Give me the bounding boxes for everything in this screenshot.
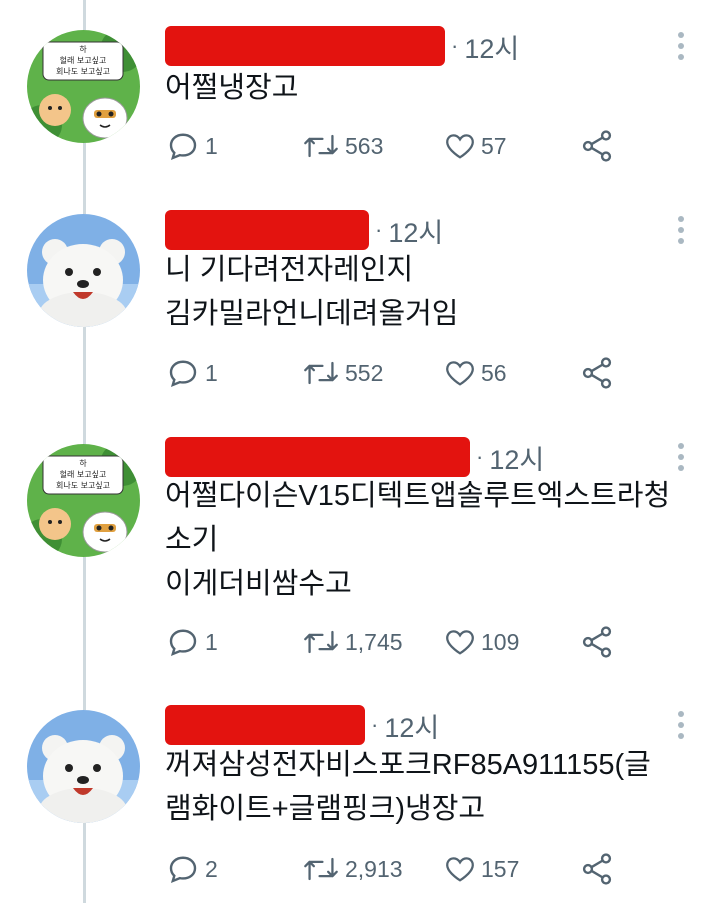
like-count: 57 bbox=[481, 132, 507, 159]
tweet-line: 어쩔냉장고 bbox=[165, 72, 299, 104]
tweet-line: 김카밀라언니데려올거임 bbox=[165, 298, 459, 330]
like-button[interactable]: 56 bbox=[443, 353, 507, 393]
redacted-username[interactable] bbox=[165, 705, 365, 745]
reply-icon bbox=[169, 360, 197, 388]
avatar-caption: 헐래 보고싶고 bbox=[60, 55, 107, 65]
avatar-caption: 회나도 보고싶고 bbox=[56, 67, 110, 76]
reply-icon bbox=[169, 629, 197, 657]
sheep-cartoon-avatar-icon: 하 헐래 보고싶고 회나도 보고싶고 bbox=[27, 444, 140, 557]
retweet-button[interactable]: 1,745 bbox=[301, 622, 403, 662]
like-button[interactable]: 157 bbox=[443, 849, 519, 889]
share-button[interactable] bbox=[579, 849, 615, 889]
share-button[interactable] bbox=[579, 126, 615, 166]
tweet-line: 소기 bbox=[165, 524, 219, 556]
share-icon bbox=[582, 130, 612, 162]
timestamp[interactable]: 12시 bbox=[388, 211, 443, 250]
retweet-count: 563 bbox=[345, 132, 384, 159]
heart-icon bbox=[446, 361, 474, 386]
share-icon bbox=[582, 626, 612, 658]
tweet-line: 꺼져삼성전자비스포크RF85A911155(글 bbox=[165, 749, 651, 781]
tweet-text: 니 기다려전자레인지 김카밀라언니데려올거임 bbox=[165, 248, 700, 336]
tweet-text: 어쩔냉장고 bbox=[165, 66, 700, 110]
reply-button[interactable]: 2 bbox=[165, 849, 218, 889]
retweet-icon bbox=[304, 857, 338, 881]
separator-dot: · bbox=[476, 444, 484, 469]
tweet-line: 램화이트+글램핑크)냉장고 bbox=[165, 793, 486, 825]
retweet-button[interactable]: 552 bbox=[301, 353, 383, 393]
tweet-line: 이게더비쌈수고 bbox=[165, 568, 352, 600]
retweet-count: 552 bbox=[345, 359, 384, 386]
tweet-header: · 12시 bbox=[165, 208, 443, 252]
separator-dot: · bbox=[451, 33, 459, 58]
like-count: 109 bbox=[481, 628, 520, 655]
more-options-icon[interactable] bbox=[676, 711, 686, 739]
avatar[interactable]: 하 헐래 보고싶고 회나도 보고싶고 bbox=[27, 444, 140, 557]
white-bear-avatar-icon bbox=[27, 214, 140, 327]
retweet-button[interactable]: 563 bbox=[301, 126, 383, 166]
separator-dot: · bbox=[375, 217, 383, 242]
timestamp[interactable]: 12시 bbox=[384, 706, 439, 745]
share-icon bbox=[582, 853, 612, 885]
avatar-caption: 회나도 보고싶고 bbox=[56, 481, 110, 490]
like-button[interactable]: 109 bbox=[443, 622, 519, 662]
heart-icon bbox=[446, 630, 474, 655]
tweet-text: 어쩔다이슨V15디텍트앱솔루트엑스트라청 소기 이게더비쌈수고 bbox=[165, 474, 700, 606]
avatar-caption: 하 bbox=[79, 44, 87, 54]
tweet-header: · 12시 bbox=[165, 24, 519, 68]
reply-count: 1 bbox=[205, 132, 218, 159]
retweet-button[interactable]: 2,913 bbox=[301, 849, 403, 889]
share-button[interactable] bbox=[579, 353, 615, 393]
retweet-count: 2,913 bbox=[345, 855, 403, 882]
redacted-username[interactable] bbox=[165, 210, 369, 250]
avatar-caption: 헐래 보고싶고 bbox=[60, 469, 107, 479]
like-count: 157 bbox=[481, 855, 520, 882]
redacted-username[interactable] bbox=[165, 437, 470, 477]
like-button[interactable]: 57 bbox=[443, 126, 507, 166]
heart-icon bbox=[446, 134, 474, 159]
reply-button[interactable]: 1 bbox=[165, 353, 218, 393]
retweet-icon bbox=[304, 134, 338, 158]
reply-count: 1 bbox=[205, 628, 218, 655]
share-button[interactable] bbox=[579, 622, 615, 662]
reply-count: 1 bbox=[205, 359, 218, 386]
more-options-icon[interactable] bbox=[676, 32, 686, 60]
avatar[interactable]: 하 헐래 보고싶고 회나도 보고싶고 bbox=[27, 30, 140, 143]
retweet-icon bbox=[304, 361, 338, 385]
timestamp[interactable]: 12시 bbox=[489, 438, 544, 477]
reply-icon bbox=[169, 856, 197, 884]
tweet-line: 니 기다려전자레인지 bbox=[165, 254, 414, 286]
share-icon bbox=[582, 357, 612, 389]
more-options-icon[interactable] bbox=[676, 443, 686, 471]
reply-icon bbox=[169, 133, 197, 161]
tweet-line: 어쩔다이슨V15디텍트앱솔루트엑스트라청 bbox=[165, 480, 671, 512]
timestamp[interactable]: 12시 bbox=[464, 27, 519, 66]
separator-dot: · bbox=[371, 712, 379, 737]
heart-icon bbox=[446, 857, 474, 882]
avatar[interactable] bbox=[27, 214, 140, 327]
reply-button[interactable]: 1 bbox=[165, 126, 218, 166]
sheep-cartoon-avatar-icon: 하 헐래 보고싶고 회나도 보고싶고 bbox=[27, 30, 140, 143]
reply-count: 2 bbox=[205, 855, 218, 882]
retweet-icon bbox=[304, 630, 338, 654]
more-options-icon[interactable] bbox=[676, 216, 686, 244]
tweet-text: 꺼져삼성전자비스포크RF85A911155(글 램화이트+글램핑크)냉장고 bbox=[165, 743, 700, 831]
reply-button[interactable]: 1 bbox=[165, 622, 218, 662]
avatar-caption: 하 bbox=[79, 458, 87, 468]
like-count: 56 bbox=[481, 359, 507, 386]
avatar[interactable] bbox=[27, 710, 140, 823]
retweet-count: 1,745 bbox=[345, 628, 403, 655]
white-bear-avatar-icon bbox=[27, 710, 140, 823]
tweet-header: · 12시 bbox=[165, 435, 544, 479]
tweet-header: · 12시 bbox=[165, 703, 439, 747]
redacted-username[interactable] bbox=[165, 26, 445, 66]
